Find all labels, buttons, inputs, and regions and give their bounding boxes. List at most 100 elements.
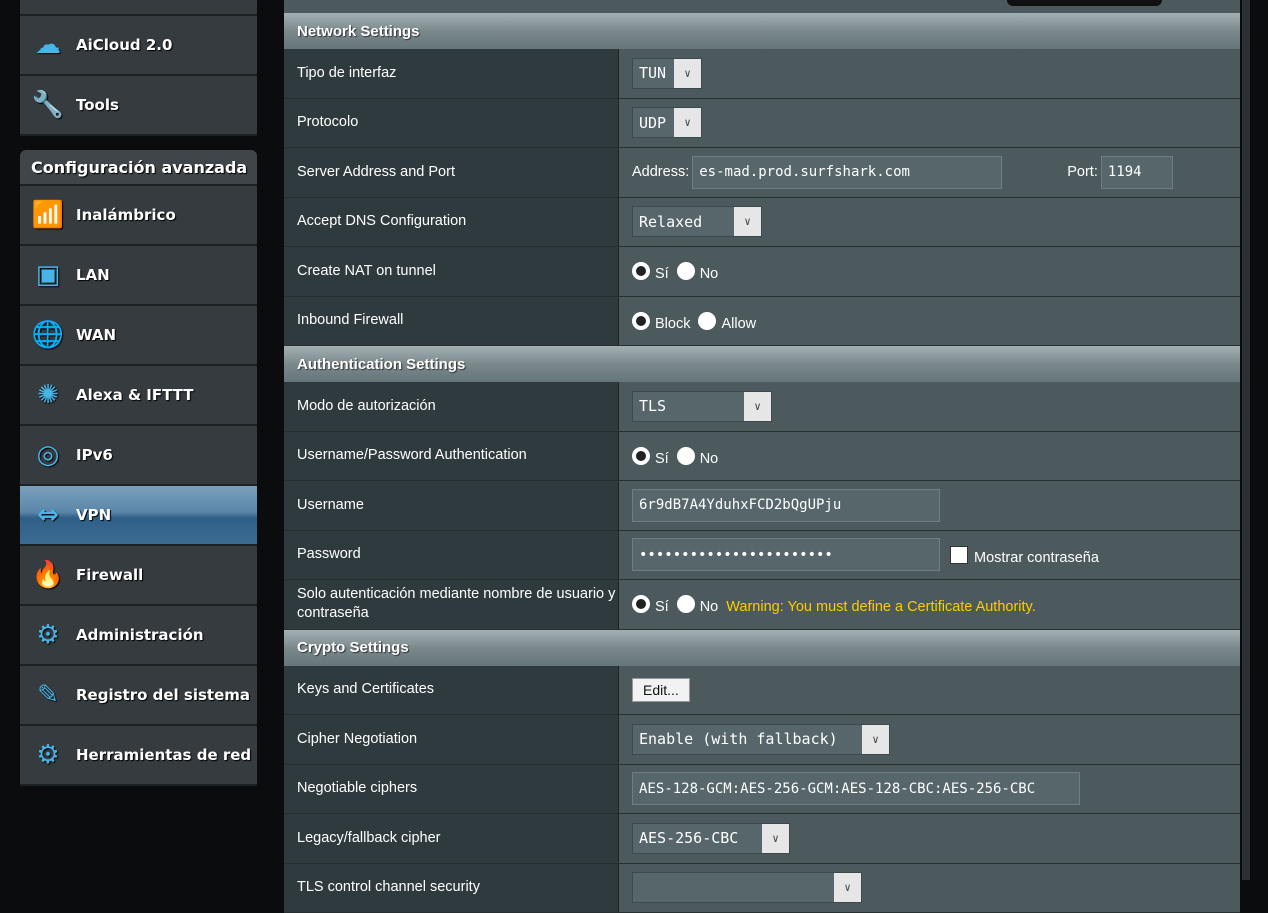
dropdown-select[interactable]: TUN∨ xyxy=(632,58,702,89)
server-address-input[interactable]: es-mad.prod.surfshark.com xyxy=(692,156,1002,189)
radio-label: Sí xyxy=(655,266,669,282)
row-label: Protocolo xyxy=(284,99,619,148)
sidebar-item-registro-del-sistema[interactable]: ✎ Registro del sistema xyxy=(20,666,257,726)
row-label: Negotiable ciphers xyxy=(284,765,619,814)
dropdown-select[interactable]: TLS∨ xyxy=(632,391,772,422)
dropdown-select[interactable]: UDP∨ xyxy=(632,107,702,138)
network-tools-icon: ⚙ xyxy=(30,737,66,773)
sidebar-item-administraci-n[interactable]: ⚙ Administración xyxy=(20,606,257,666)
row-value: TUN∨ xyxy=(619,49,1240,98)
alexa-icon: ✺ xyxy=(30,377,66,413)
chevron-down-icon[interactable]: ∨ xyxy=(674,59,701,88)
sidebar-item-label: WAN xyxy=(76,326,116,344)
sidebar-item-label: Registro del sistema xyxy=(76,686,250,704)
sidebar-item-vpn[interactable]: ⇔VPN xyxy=(20,486,257,546)
settings-row: Username/Password AuthenticationSíNo xyxy=(284,432,1240,482)
radio-allow[interactable] xyxy=(698,312,716,330)
row-value: SíNo xyxy=(619,432,1240,481)
radio-s[interactable] xyxy=(632,595,650,613)
row-value: ••••••••••••••••••••••• Mostrar contraseñ… xyxy=(619,531,1240,580)
dropdown-select[interactable]: Enable (with fallback) ∨ xyxy=(632,724,890,755)
select-value: TUN xyxy=(633,64,672,82)
row-value: Enable (with fallback) ∨ xyxy=(619,715,1240,764)
chevron-down-icon[interactable]: ∨ xyxy=(862,725,889,754)
dropdown-select[interactable]: ∨ xyxy=(632,872,862,903)
settings-row: Accept DNS ConfigurationRelaxed∨ xyxy=(284,198,1240,248)
row-label: Modo de autorización xyxy=(284,382,619,431)
sidebar-item-label: Administración xyxy=(76,626,204,644)
sidebar-item-label: Herramientas de red xyxy=(76,746,251,764)
row-label: Server Address and Port xyxy=(284,148,619,197)
wrench-icon: 🔧 xyxy=(30,87,66,123)
row-label: Legacy/fallback cipher xyxy=(284,814,619,863)
chevron-down-icon[interactable]: ∨ xyxy=(744,392,771,421)
row-label: Solo autenticación mediante nombre de us… xyxy=(284,580,619,629)
row-value: ∨ xyxy=(619,864,1240,913)
chevron-down-icon[interactable]: ∨ xyxy=(674,108,701,137)
sidebar-item-tools[interactable]: 🔧 Tools xyxy=(20,76,257,136)
radio-s[interactable] xyxy=(632,447,650,465)
dropdown-select[interactable]: AES-256-CBC ∨ xyxy=(632,823,790,854)
row-value: Relaxed ∨ xyxy=(619,198,1240,247)
row-value: SíNo xyxy=(619,247,1240,296)
sidebar-item-label: Tools xyxy=(76,96,119,114)
sidebar-item-partial[interactable] xyxy=(20,0,257,16)
settings-row: Solo autenticación mediante nombre de us… xyxy=(284,580,1240,630)
log-icon: ✎ xyxy=(30,677,66,713)
settings-row: Negotiable ciphers AES-128-GCM:AES-256-GC… xyxy=(284,765,1240,815)
sidebar-item-aicloud-2-0[interactable]: ☁AiCloud 2.0 xyxy=(20,16,257,76)
row-value: AES-128-GCM:AES-256-GCM:AES-128-CBC:AES-… xyxy=(619,765,1240,814)
vpn-icon: ⇔ xyxy=(30,497,66,533)
sidebar-item-wan[interactable]: 🌐WAN xyxy=(20,306,257,366)
negotiable-ciphers-input[interactable]: AES-128-GCM:AES-256-GCM:AES-128-CBC:AES-… xyxy=(632,772,1080,805)
checkbox-label: Mostrar contraseña xyxy=(974,550,1099,566)
show-password-checkbox[interactable] xyxy=(950,546,968,564)
row-label: Inbound Firewall xyxy=(284,297,619,346)
row-label: Keys and Certificates xyxy=(284,666,619,715)
sidebar-item-firewall[interactable]: 🔥 Firewall xyxy=(20,546,257,606)
username-input[interactable]: 6r9dB7A4YduhxFCD2bQgUPju xyxy=(632,489,940,522)
select-value: UDP xyxy=(633,114,672,132)
settings-row: Modo de autorización TLS∨ xyxy=(284,382,1240,432)
sidebar-item-label: IPv6 xyxy=(76,446,113,464)
select-value: Relaxed xyxy=(633,213,708,231)
radio-no[interactable] xyxy=(677,262,695,280)
dropdown-select[interactable]: Relaxed ∨ xyxy=(632,206,762,237)
sidebar-item-lan[interactable]: ▣ LAN xyxy=(20,246,257,306)
settings-row: Tipo de interfazTUN∨ xyxy=(284,49,1240,99)
settings-row: Cipher Negotiation Enable (with fallback)… xyxy=(284,715,1240,765)
chevron-down-icon[interactable]: ∨ xyxy=(762,824,789,853)
select-value: Enable (with fallback) xyxy=(633,730,844,748)
radio-s[interactable] xyxy=(632,262,650,280)
sidebar-item-herramientas-de-red[interactable]: ⚙ Herramientas de red xyxy=(20,726,257,786)
sidebar-item-ipv6[interactable]: ◎IPv6 xyxy=(20,426,257,486)
sidebar-item-label: LAN xyxy=(76,266,110,284)
chevron-down-icon[interactable]: ∨ xyxy=(834,873,861,902)
settings-row: Create NAT on tunnelSíNo xyxy=(284,247,1240,297)
sidebar-item-label: Alexa & IFTTT xyxy=(76,386,193,404)
radio-block[interactable] xyxy=(632,312,650,330)
password-input[interactable]: ••••••••••••••••••••••• xyxy=(632,538,940,571)
warning-text: Warning: You must define a Certificate A… xyxy=(726,599,1036,615)
row-value: BlockAllow xyxy=(619,297,1240,346)
chevron-down-icon[interactable]: ∨ xyxy=(734,207,761,236)
sidebar-item-label: Firewall xyxy=(76,566,143,584)
row-label: Cipher Negotiation xyxy=(284,715,619,764)
select-value: AES-256-CBC xyxy=(633,829,744,847)
row-value: TLS∨ xyxy=(619,382,1240,431)
sidebar-item-inal-mbrico[interactable]: 📶Inalámbrico xyxy=(20,186,257,246)
settings-row: Inbound FirewallBlockAllow xyxy=(284,297,1240,347)
radio-no[interactable] xyxy=(677,595,695,613)
firewall-icon: 🔥 xyxy=(30,557,66,593)
row-label: Username/Password Authentication xyxy=(284,432,619,481)
sidebar-item-alexa-ifttt[interactable]: ✺ Alexa & IFTTT xyxy=(20,366,257,426)
port-input[interactable]: 1194 xyxy=(1101,156,1173,189)
port-label: Port: xyxy=(1067,164,1098,180)
edit-keys-button[interactable]: Edit... xyxy=(632,678,690,702)
lan-icon: ▣ xyxy=(30,257,66,293)
section-header: Crypto Settings xyxy=(284,630,1240,666)
scrollbar[interactable] xyxy=(1242,0,1250,880)
gear-icon: ⚙ xyxy=(30,617,66,653)
radio-no[interactable] xyxy=(677,447,695,465)
settings-row: Password•••••••••••••••••••••••Mostrar c… xyxy=(284,531,1240,581)
